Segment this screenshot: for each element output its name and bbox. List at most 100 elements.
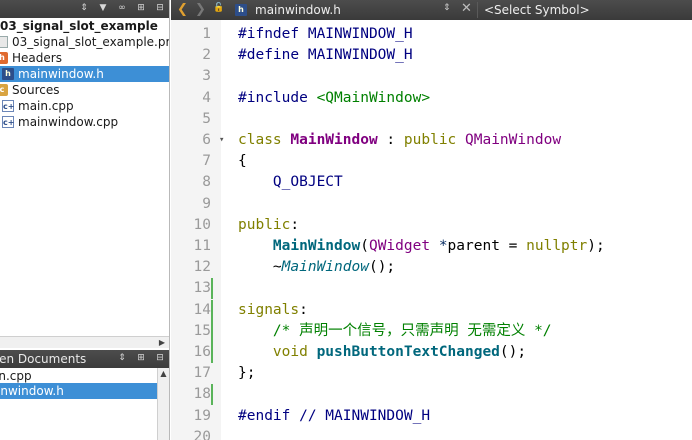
code-token: ~ — [238, 259, 282, 276]
code-token: * — [438, 238, 448, 254]
header-file-icon: h — [235, 4, 247, 16]
code-token: #ifndef MAINWINDOW_H — [238, 26, 413, 42]
line-number: 9 — [202, 195, 211, 212]
tree-item-label: mainwindow.h — [18, 67, 104, 81]
open-documents-list: main.cppmainwindow.h — [0, 368, 169, 440]
split-icon[interactable]: ⊞ — [135, 2, 147, 15]
code-editor[interactable]: 1 #ifndef MAINWINDOW_H 2 #define MAINWINDOW… — [171, 20, 692, 440]
code-line: 9 — [171, 194, 692, 215]
filter-icon[interactable]: ▼ — [97, 2, 109, 15]
close-document-icon[interactable]: ✕ — [461, 1, 472, 16]
code-line: 17}; — [171, 363, 692, 384]
tree-item-label: Sources — [12, 83, 60, 97]
code-text: { — [238, 151, 247, 172]
symbol-selector[interactable]: <Select Symbol> — [477, 2, 692, 18]
editor-toolbar: ❮ ❯ 🔓 h mainwindow.h ⇕ ✕ <Select Symbol> — [171, 0, 692, 20]
code-text: }; — [238, 363, 255, 384]
open-documents-title: Open Documents — [0, 352, 87, 366]
code-text: signals: — [238, 300, 308, 321]
code-line: 19 #endif // MAINWINDOW_H — [171, 406, 692, 427]
code-line: 18 — [171, 384, 692, 406]
forward-arrow-icon[interactable]: ❯ — [195, 2, 206, 17]
open-document-item[interactable]: mainwindow.h — [0, 383, 158, 399]
line-number: 16 — [193, 344, 211, 360]
code-text: #ifndef MAINWINDOW_H — [238, 24, 413, 45]
line-number: 6 — [202, 132, 211, 148]
modified-line-marker — [211, 342, 213, 363]
horizontal-scrollbar[interactable]: ▶ — [0, 336, 169, 348]
code-token: Q_OBJECT — [272, 174, 343, 191]
code-line: 4 #include <QMainWindow> — [171, 88, 692, 109]
scroll-right-icon[interactable]: ▶ — [156, 337, 168, 348]
code-line: 15 /* 声明一个信号，只需声明 无需定义 */ — [171, 320, 692, 342]
sort-arrows-icon[interactable]: ⇕ — [78, 2, 90, 15]
pro-file-icon — [0, 36, 8, 48]
project-tree: 03_signal_slot_example 03_signal_slot_exa… — [0, 18, 170, 336]
tree-item[interactable]: 03_signal_slot_example.pro — [0, 34, 170, 50]
current-file-name[interactable]: mainwindow.h — [255, 2, 341, 18]
vertical-scrollbar[interactable]: ▲ — [157, 368, 169, 440]
code-token: (); — [499, 344, 527, 360]
sources-folder-icon: c — [0, 84, 8, 96]
back-arrow-icon[interactable]: ❮ — [177, 2, 188, 17]
open-document-label: main.cpp — [0, 369, 32, 383]
code-text: class MainWindow : public QMainWindow — [238, 130, 561, 151]
line-number: 17 — [193, 365, 211, 382]
code-token: void — [272, 344, 317, 360]
scroll-up-icon[interactable]: ▲ — [158, 369, 169, 379]
tree-item-label: 03_signal_slot_example.pro — [12, 35, 170, 49]
line-number: 7 — [202, 153, 211, 170]
open-document-item[interactable]: main.cpp — [0, 368, 158, 384]
close-pane-icon[interactable]: ⊟ — [154, 352, 166, 365]
code-text: MainWindow(QWidget *parent = nullptr); — [238, 236, 605, 257]
code-line: 2 #define MAINWINDOW_H — [171, 45, 692, 66]
sort-arrows-icon[interactable]: ⇕ — [116, 352, 128, 365]
split-icon[interactable]: ⊞ — [135, 352, 147, 365]
code-token: }; — [238, 365, 256, 382]
code-token: ( — [360, 238, 369, 254]
code-token: QWidget — [368, 238, 431, 254]
code-line: 13 — [171, 278, 692, 300]
tree-item[interactable]: c Sources — [0, 82, 169, 98]
code-token: parent = — [447, 238, 527, 254]
tree-item[interactable]: h Headers — [0, 50, 169, 66]
tree-item-label: main.cpp — [18, 99, 74, 113]
headers-folder-icon: h — [0, 52, 8, 64]
code-line: 7{ — [171, 151, 692, 172]
code-line: 10 public: — [171, 215, 692, 236]
tree-item[interactable]: h mainwindow.h — [0, 66, 169, 82]
code-line: 3 — [171, 66, 692, 87]
tree-item-label: 03_signal_slot_example — [0, 19, 158, 33]
line-number: 15 — [193, 322, 211, 339]
link-sync-icon[interactable]: ∞ — [116, 2, 128, 15]
code-token: #include — [238, 89, 317, 106]
code-text: #endif // MAINWINDOW_H — [238, 406, 430, 427]
code-line: 5 — [171, 109, 692, 130]
code-text: Q_OBJECT — [238, 172, 343, 193]
header-file-icon: h — [2, 68, 14, 80]
code-line: 14 signals: — [171, 299, 692, 321]
code-token: public — [403, 132, 466, 148]
code-line: 11 MainWindow(QWidget *parent = nullptr)… — [171, 236, 692, 257]
line-number: 10 — [193, 216, 211, 233]
modified-line-marker — [211, 384, 213, 406]
code-token: (); — [368, 259, 396, 276]
project-toolbar: ⇕ ▼ ∞ ⊞ ⊟ — [0, 0, 169, 18]
line-number: 8 — [202, 174, 211, 191]
close-pane-icon[interactable]: ⊟ — [154, 2, 166, 15]
fold-arrow-icon[interactable]: ▾ — [219, 130, 224, 151]
tree-item[interactable]: c+ main.cpp — [0, 98, 169, 114]
code-token: class — [238, 132, 291, 148]
tree-item[interactable]: c+ mainwindow.cpp — [0, 114, 169, 130]
code-text: /* 声明一个信号，只需声明 无需定义 */ — [238, 321, 552, 342]
code-text: ~MainWindow(); — [238, 257, 395, 278]
file-dropdown-icon[interactable]: ⇕ — [443, 3, 451, 13]
open-documents-toolbar: Open Documents ⇕ ⊞ ⊟ — [0, 350, 169, 368]
code-line: 6 ▾ class MainWindow : public QMainWindow — [171, 130, 692, 151]
cpp-file-icon: c+ — [2, 100, 15, 112]
line-number: 1 — [202, 26, 211, 42]
tree-item[interactable]: 03_signal_slot_example — [0, 18, 169, 34]
